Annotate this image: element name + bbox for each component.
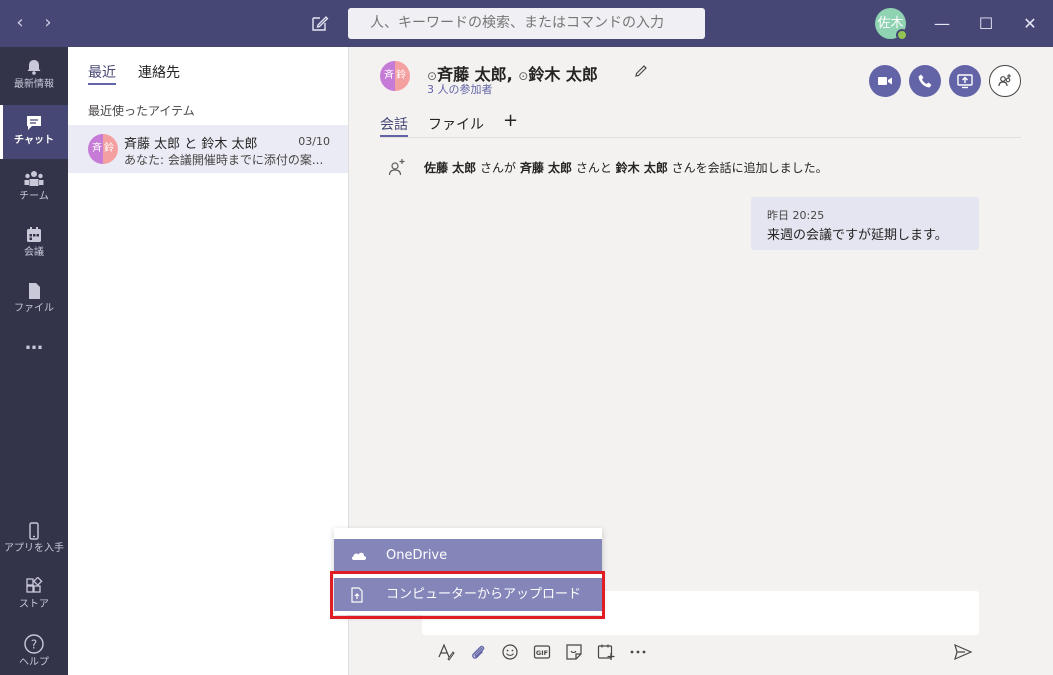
chat-list-item[interactable]: 斉 鈴 斉藤 太郎 と 鈴木 太郎 03/10 あなた: 会議開催時までに添付の… [68, 125, 348, 173]
rail-label: 会議 [24, 247, 44, 258]
share-screen-icon [957, 74, 973, 89]
status-available-icon [896, 29, 908, 41]
chat-preview: あなた: 会議開催時までに添付の案... [124, 153, 324, 167]
onedrive-icon [351, 552, 367, 560]
added-person-name: 鈴木 太郎 [615, 161, 668, 175]
rail-label: ヘルプ [19, 657, 49, 668]
presence-icon: ⊙ [518, 69, 529, 83]
user-avatar[interactable]: 佐木 [875, 8, 908, 41]
audio-call-button[interactable] [909, 65, 941, 97]
chat-date: 03/10 [298, 135, 330, 148]
back-arrow-icon[interactable]: ‹ [10, 12, 30, 34]
highlight-annotation [330, 571, 605, 619]
person-added-icon [388, 159, 405, 176]
share-screen-button[interactable] [949, 65, 981, 97]
close-button[interactable]: ✕ [1018, 12, 1042, 36]
add-tab-button[interactable]: + [503, 110, 518, 131]
rail-label: ストア [19, 599, 49, 610]
more-options-icon[interactable] [628, 642, 648, 662]
add-people-icon [998, 74, 1011, 87]
rail-item-meetings[interactable]: 会議 [0, 217, 68, 271]
group-avatar: 斉 鈴 [88, 134, 118, 164]
video-icon [878, 77, 892, 85]
avatar-right: 鈴 [395, 61, 410, 91]
tab-contacts[interactable]: 連絡先 [138, 62, 180, 82]
tab-conversation[interactable]: 会話 [380, 114, 408, 134]
system-text: さんを会話に追加しました。 [667, 161, 828, 175]
minimize-button[interactable]: — [930, 12, 954, 36]
emoji-icon[interactable] [500, 642, 520, 662]
sticker-icon[interactable] [564, 642, 584, 662]
rail-item-get-app[interactable]: アプリを入手 [0, 513, 68, 567]
rail-item-files[interactable]: ファイル [0, 273, 68, 327]
tab-recent[interactable]: 最近 [88, 62, 116, 82]
menu-item-label: OneDrive [386, 548, 448, 563]
rail-item-more[interactable]: … [0, 332, 68, 362]
tab-files[interactable]: ファイル [428, 114, 484, 134]
rail-item-activity[interactable]: 最新情報 [0, 49, 68, 103]
bell-icon [27, 60, 41, 75]
system-message: 佐藤 太郎 さんが 斉藤 太郎 さんと 鈴木 太郎 さんを会話に追加しました。 [424, 159, 828, 176]
conversation-avatar: 斉 鈴 [380, 61, 410, 91]
tab-underline [88, 83, 116, 85]
video-call-button[interactable] [869, 65, 901, 97]
chat-list-pane: 最近 連絡先 最近使ったアイテム 斉 鈴 斉藤 太郎 と 鈴木 太郎 03/10… [68, 47, 349, 675]
search-input[interactable] [348, 8, 705, 39]
rail-label: 最新情報 [14, 79, 54, 90]
rail-item-chat[interactable]: チャット [0, 105, 68, 159]
file-icon [29, 283, 40, 299]
rail-item-help[interactable]: ? ヘルプ [0, 625, 68, 675]
teams-icon [24, 171, 44, 186]
tab-divider [380, 137, 1021, 138]
avatar-right: 鈴 [103, 134, 118, 164]
message-bubble[interactable]: 昨日 20:25 来週の会議ですが延期します。 [751, 197, 979, 250]
svg-text:GIF: GIF [536, 649, 548, 657]
chat-name: 斉藤 太郎 と 鈴木 太郎 [124, 137, 258, 152]
compose-icon[interactable] [310, 13, 330, 33]
chat-icon [27, 116, 41, 130]
app-rail: 最新情報 チャット チーム 会議 ファイル … アプリを入手 ストア ? ヘルプ [0, 47, 68, 675]
phone-call-icon [918, 74, 932, 88]
avatar-left: 斉 [380, 61, 395, 91]
section-title: 最近使ったアイテム [88, 104, 195, 118]
rail-label: アプリを入手 [4, 543, 64, 554]
add-people-button[interactable] [989, 65, 1021, 97]
system-text: さんが [476, 161, 520, 175]
forward-arrow-icon[interactable]: › [38, 12, 58, 34]
actor-name: 佐藤 太郎 [424, 161, 477, 175]
rail-item-teams[interactable]: チーム [0, 161, 68, 215]
svg-text:?: ? [31, 638, 37, 652]
message-text: 来週の会議ですが延期します。 [767, 228, 948, 243]
maximize-button[interactable]: ☐ [974, 12, 998, 36]
edit-pencil-icon[interactable] [633, 63, 649, 79]
message-time: 昨日 20:25 [767, 209, 825, 222]
more-icon: … [25, 333, 43, 354]
help-icon: ? [24, 634, 44, 654]
menu-item-onedrive[interactable]: OneDrive [334, 539, 602, 572]
calendar-icon [27, 227, 41, 242]
gif-icon[interactable]: GIF [532, 642, 552, 662]
send-icon[interactable] [953, 642, 973, 662]
store-icon [26, 577, 43, 593]
rail-item-store[interactable]: ストア [0, 569, 68, 623]
rail-label: チャット [14, 135, 54, 146]
participant-name[interactable]: 鈴木 太郎 [528, 65, 598, 84]
rail-label: ファイル [14, 303, 54, 314]
format-icon[interactable] [436, 642, 456, 662]
phone-icon [29, 522, 39, 540]
rail-label: チーム [19, 191, 49, 202]
system-text: さんと [572, 161, 616, 175]
schedule-meeting-icon[interactable] [596, 642, 616, 662]
attach-icon[interactable] [468, 642, 488, 662]
added-person-name: 斉藤 太郎 [519, 161, 573, 175]
title-bar: ‹ › 佐木 — ☐ ✕ [0, 0, 1053, 47]
participants-count[interactable]: 3 人の参加者 [427, 81, 493, 97]
avatar-left: 斉 [88, 134, 103, 164]
